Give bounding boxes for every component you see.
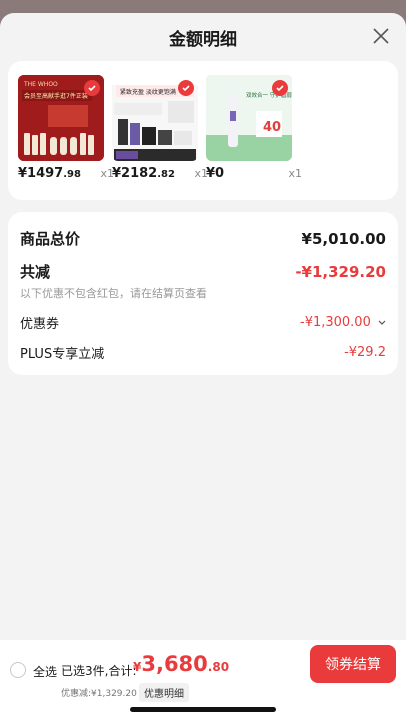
checkout-bar: 全选 已选3件,合计: ¥3,680.80 优惠减:¥1,329.20 优惠明细… [0, 640, 406, 720]
total-price-value: ¥5,010.00 [301, 229, 386, 248]
sheet-title: 金额明细 [169, 29, 237, 50]
discount-detail-button[interactable]: 优惠明细 [139, 683, 189, 702]
product-thumbnail: 紧致充盈 淡纹更饱满 [112, 75, 198, 161]
checkout-button[interactable]: 领券结算 [310, 645, 396, 683]
product-item[interactable]: 紧致充盈 淡纹更饱满 ¥2182.82 x1 [112, 75, 212, 181]
selected-check-icon[interactable] [84, 80, 100, 96]
amount-detail-sheet: 金额明细 THE WHOO 会员至高献手逛7件正装 ¥1497.98 x1 紧致… [0, 13, 406, 720]
home-indicator [130, 707, 276, 712]
product-qty: x1 [288, 167, 302, 180]
close-icon [373, 28, 389, 44]
total-reduce-label: 共减 [20, 263, 51, 281]
product-thumbnail: THE WHOO 会员至高献手逛7件正装 [18, 75, 104, 161]
coupon-label: 优惠券 [20, 317, 60, 332]
close-button[interactable] [370, 25, 392, 47]
brand-text: THE WHOO [23, 81, 58, 88]
coupon-value: -¥1,300.00 [300, 315, 386, 330]
product-price: ¥1497.98 [18, 166, 81, 181]
selected-check-icon[interactable] [272, 80, 288, 96]
banner-text: 紧致充盈 淡纹更饱满 [120, 88, 176, 96]
product-price: ¥2182.82 [112, 166, 175, 181]
selected-count-text: 已选3件,合计: [61, 664, 137, 678]
product-item[interactable]: 双效合一 守护眉弱肌 40 ¥0 x1 [206, 75, 306, 181]
discount-line: 优惠减:¥1,329.20 [61, 689, 137, 699]
price-row: ¥0 x1 [206, 166, 306, 181]
total-reduce-value: -¥1,329.20 [295, 262, 386, 281]
product-list-card: THE WHOO 会员至高献手逛7件正装 ¥1497.98 x1 紧致充盈 淡纹… [8, 61, 398, 200]
price-row: ¥1497.98 x1 [18, 166, 118, 181]
chevron-down-icon [378, 320, 386, 325]
reduce-note: 以下优惠不包含红包，请在结算页查看 [20, 287, 207, 300]
select-all-label[interactable]: 全选 [33, 663, 57, 680]
select-all-radio[interactable] [10, 662, 26, 678]
total-reduce-row: 共减 -¥1,329.20 [20, 261, 386, 282]
badge-number: 40 [263, 120, 281, 135]
product-price: ¥0 [206, 166, 225, 181]
plus-discount-value: -¥29.2 [344, 345, 386, 360]
total-amount: ¥3,680.80 [133, 652, 230, 676]
product-item[interactable]: THE WHOO 会员至高献手逛7件正装 ¥1497.98 x1 [18, 75, 118, 181]
plus-discount-row: PLUS专享立减 -¥29.2 [20, 343, 386, 362]
total-price-row: 商品总价 ¥5,010.00 [20, 228, 386, 249]
price-row: ¥2182.82 x1 [112, 166, 212, 181]
banner-text: 会员至高献手逛7件正装 [24, 92, 88, 100]
selected-check-icon[interactable] [178, 80, 194, 96]
coupon-row[interactable]: 优惠券 -¥1,300.00 [20, 313, 386, 332]
price-summary-card: 商品总价 ¥5,010.00 共减 -¥1,329.20 以下优惠不包含红包，请… [8, 212, 398, 375]
total-price-label: 商品总价 [20, 230, 81, 248]
product-thumbnail: 双效合一 守护眉弱肌 40 [206, 75, 292, 161]
plus-discount-label: PLUS专享立减 [20, 347, 105, 362]
sheet-header: 金额明细 [0, 13, 406, 61]
